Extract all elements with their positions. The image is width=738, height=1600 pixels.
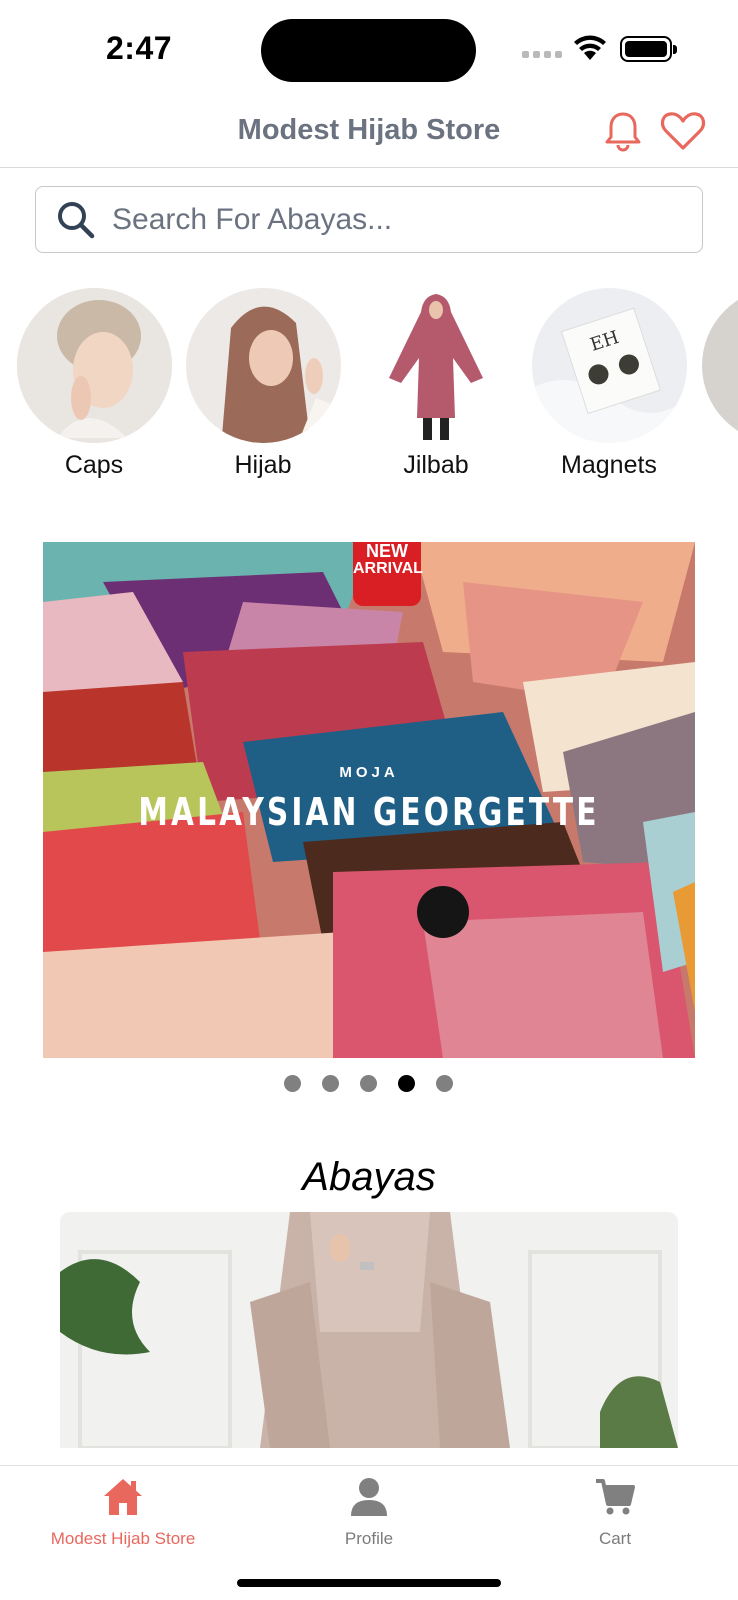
new-arrival-badge: NEW ARRIVAL — [353, 542, 423, 606]
carousel-dot[interactable] — [436, 1075, 453, 1092]
home-icon — [104, 1479, 142, 1515]
tab-label: Modest Hijab Store — [50, 1529, 196, 1548]
tab-home[interactable]: Modest Hijab Store — [0, 1476, 246, 1549]
category-label: Magnets — [561, 451, 657, 478]
battery-icon — [620, 36, 677, 62]
dynamic-island — [261, 19, 476, 82]
abaya-product-card[interactable] — [60, 1212, 678, 1448]
wifi-icon — [574, 35, 606, 60]
carousel-dot[interactable] — [284, 1075, 301, 1092]
cart-icon — [596, 1479, 635, 1515]
carousel-dot[interactable] — [360, 1075, 377, 1092]
category-carousel[interactable]: Caps Hijab Jilbab EH Magnets — [0, 288, 738, 478]
category-label: Caps — [64, 451, 124, 478]
carousel-dot[interactable] — [322, 1075, 339, 1092]
carousel-dot-active[interactable] — [398, 1075, 415, 1092]
caps-image — [16, 288, 172, 443]
status-time: 2:47 — [106, 30, 173, 66]
search-icon — [58, 201, 95, 238]
jilbab-image — [358, 288, 514, 443]
bell-icon[interactable] — [604, 110, 642, 152]
tab-label: Profile — [344, 1529, 394, 1548]
person-icon — [351, 1478, 387, 1516]
category-image — [701, 288, 738, 443]
category-caps[interactable]: Caps — [9, 288, 179, 478]
category-label: Hijab — [234, 451, 292, 478]
tab-cart[interactable]: Cart — [492, 1476, 738, 1549]
carousel-pagination[interactable] — [284, 1075, 453, 1092]
tab-label: Cart — [598, 1529, 632, 1548]
hijab-image — [185, 288, 341, 443]
category-magnets[interactable]: EH Magnets — [524, 288, 694, 478]
search-input[interactable] — [112, 202, 672, 237]
abaya-image — [60, 1212, 678, 1448]
category-partial[interactable] — [694, 288, 738, 443]
promo-banner[interactable]: NEW ARRIVAL MOJA MALAYSIAN GEORGETTE — [43, 542, 695, 1058]
tab-profile[interactable]: Profile — [246, 1476, 492, 1549]
category-jilbab[interactable]: Jilbab — [351, 288, 521, 478]
banner-brand: MOJA — [339, 764, 399, 781]
status-bar: 2:47 — [0, 0, 738, 96]
magnets-image: EH — [531, 288, 687, 443]
banner-headline: MALAYSIAN GEORGETTE — [138, 790, 600, 834]
search-bar[interactable] — [35, 186, 703, 253]
category-label: Jilbab — [403, 451, 469, 478]
section-title: Abayas — [302, 1155, 436, 1199]
app-header: Modest Hijab Store — [0, 96, 738, 168]
category-hijab[interactable]: Hijab — [178, 288, 348, 478]
heart-icon[interactable] — [660, 110, 706, 152]
home-indicator[interactable] — [237, 1579, 501, 1587]
cellular-signal-icon — [522, 51, 562, 58]
